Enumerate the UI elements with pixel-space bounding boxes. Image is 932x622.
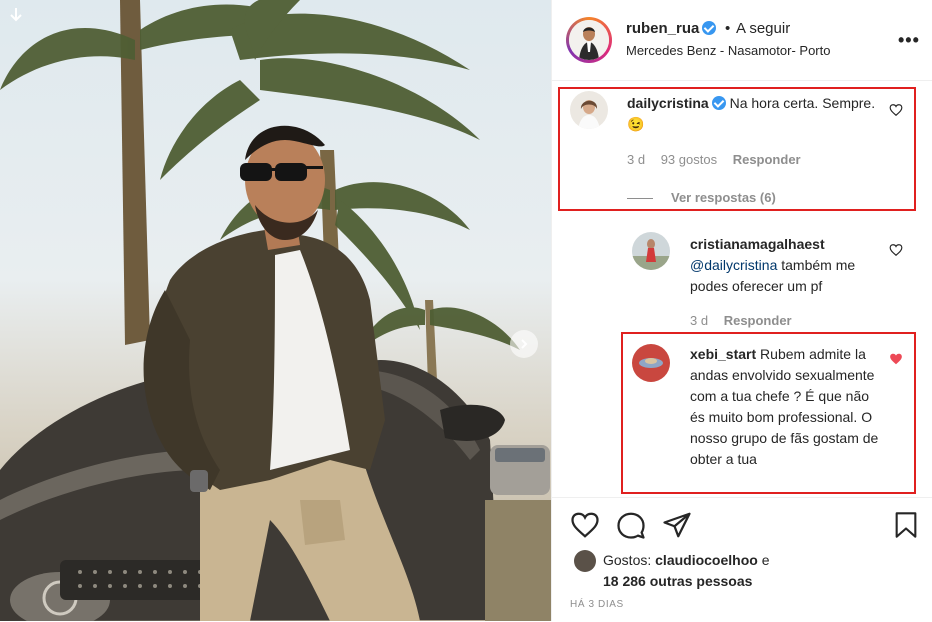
comment-meta: 3 d Responder <box>690 313 804 328</box>
comment-time: 3 d <box>690 313 709 328</box>
verified-icon <box>702 21 717 35</box>
share-icon[interactable] <box>662 510 692 540</box>
comments-list[interactable]: dailycristina Na hora certa. Sempre. 😉 3… <box>552 81 932 496</box>
post-photo[interactable] <box>0 0 551 621</box>
commenter-avatar-image <box>632 344 670 382</box>
bookmark-icon[interactable] <box>892 510 920 540</box>
view-replies-label: Ver respostas (6) <box>671 190 776 205</box>
likes-conj: e <box>761 552 770 568</box>
author-username-text: ruben_rua <box>626 20 700 37</box>
header-separator: • <box>725 20 731 37</box>
chevron-right-icon <box>521 339 528 349</box>
likes-summary: Gostos: claudiocoelhoo e 18 286 outras p… <box>603 550 770 592</box>
liker-username[interactable]: claudiocoelhoo <box>655 552 758 568</box>
liked-comment-heart-icon[interactable] <box>889 352 903 366</box>
comment-time: 3 d <box>627 152 646 167</box>
verified-icon <box>711 96 726 110</box>
commenter-username[interactable]: cristianamagalhaest <box>690 236 825 252</box>
author-username[interactable]: ruben_rua <box>626 20 717 37</box>
view-replies-button[interactable]: Ver respostas (6) <box>627 190 776 205</box>
following-button[interactable]: A seguir <box>736 20 790 37</box>
heart-icon[interactable] <box>570 510 600 540</box>
reply-button[interactable]: Responder <box>724 313 792 328</box>
photo-scene <box>0 0 551 621</box>
post-timestamp[interactable]: HÁ 3 DIAS <box>570 599 624 610</box>
comment-text: Rubem admite la andas envolvido sexualme… <box>690 346 879 467</box>
comment-icon[interactable] <box>616 510 646 540</box>
replies-divider <box>627 198 653 200</box>
download-icon[interactable] <box>6 6 26 26</box>
commenter-username[interactable]: dailycristina <box>627 95 709 111</box>
comment-likes[interactable]: 93 gostos <box>661 152 717 167</box>
commenter-avatar-image <box>632 232 670 270</box>
commenter-avatar[interactable] <box>632 232 670 270</box>
mention-link[interactable]: @dailycristina <box>690 257 777 273</box>
commenter-avatar[interactable] <box>570 91 608 129</box>
like-comment-heart-icon[interactable] <box>889 243 903 257</box>
next-photo-button[interactable] <box>510 330 538 358</box>
comment-body: cristianamagalhaest @dailycristina també… <box>690 234 890 297</box>
commenter-avatar[interactable] <box>632 344 670 382</box>
comment-body: dailycristina Na hora certa. Sempre. 😉 <box>627 93 877 135</box>
more-options-icon[interactable]: ••• <box>898 30 920 51</box>
likes-others-link[interactable]: 18 286 outras pessoas <box>603 573 752 589</box>
author-avatar-image <box>569 20 609 60</box>
like-comment-heart-icon[interactable] <box>889 103 903 117</box>
commenter-avatar-image <box>570 91 608 129</box>
post-actions: Gostos: claudiocoelhoo e 18 286 outras p… <box>552 497 932 622</box>
reply-button[interactable]: Responder <box>733 152 801 167</box>
location-link[interactable]: Mercedes Benz - Nasamotor- Porto <box>626 43 830 58</box>
comment-body: xebi_start Rubem admite la andas envolvi… <box>690 344 880 470</box>
post-side-panel: ruben_rua • A seguir Mercedes Benz - Nas… <box>551 0 932 621</box>
author-avatar[interactable] <box>566 17 612 63</box>
comment-meta: 3 d 93 gostos Responder <box>627 152 813 167</box>
liker-avatar[interactable] <box>574 550 596 572</box>
commenter-username[interactable]: xebi_start <box>690 346 756 362</box>
likes-prefix: Gostos: <box>603 552 652 568</box>
post-header: ruben_rua • A seguir Mercedes Benz - Nas… <box>552 0 932 81</box>
